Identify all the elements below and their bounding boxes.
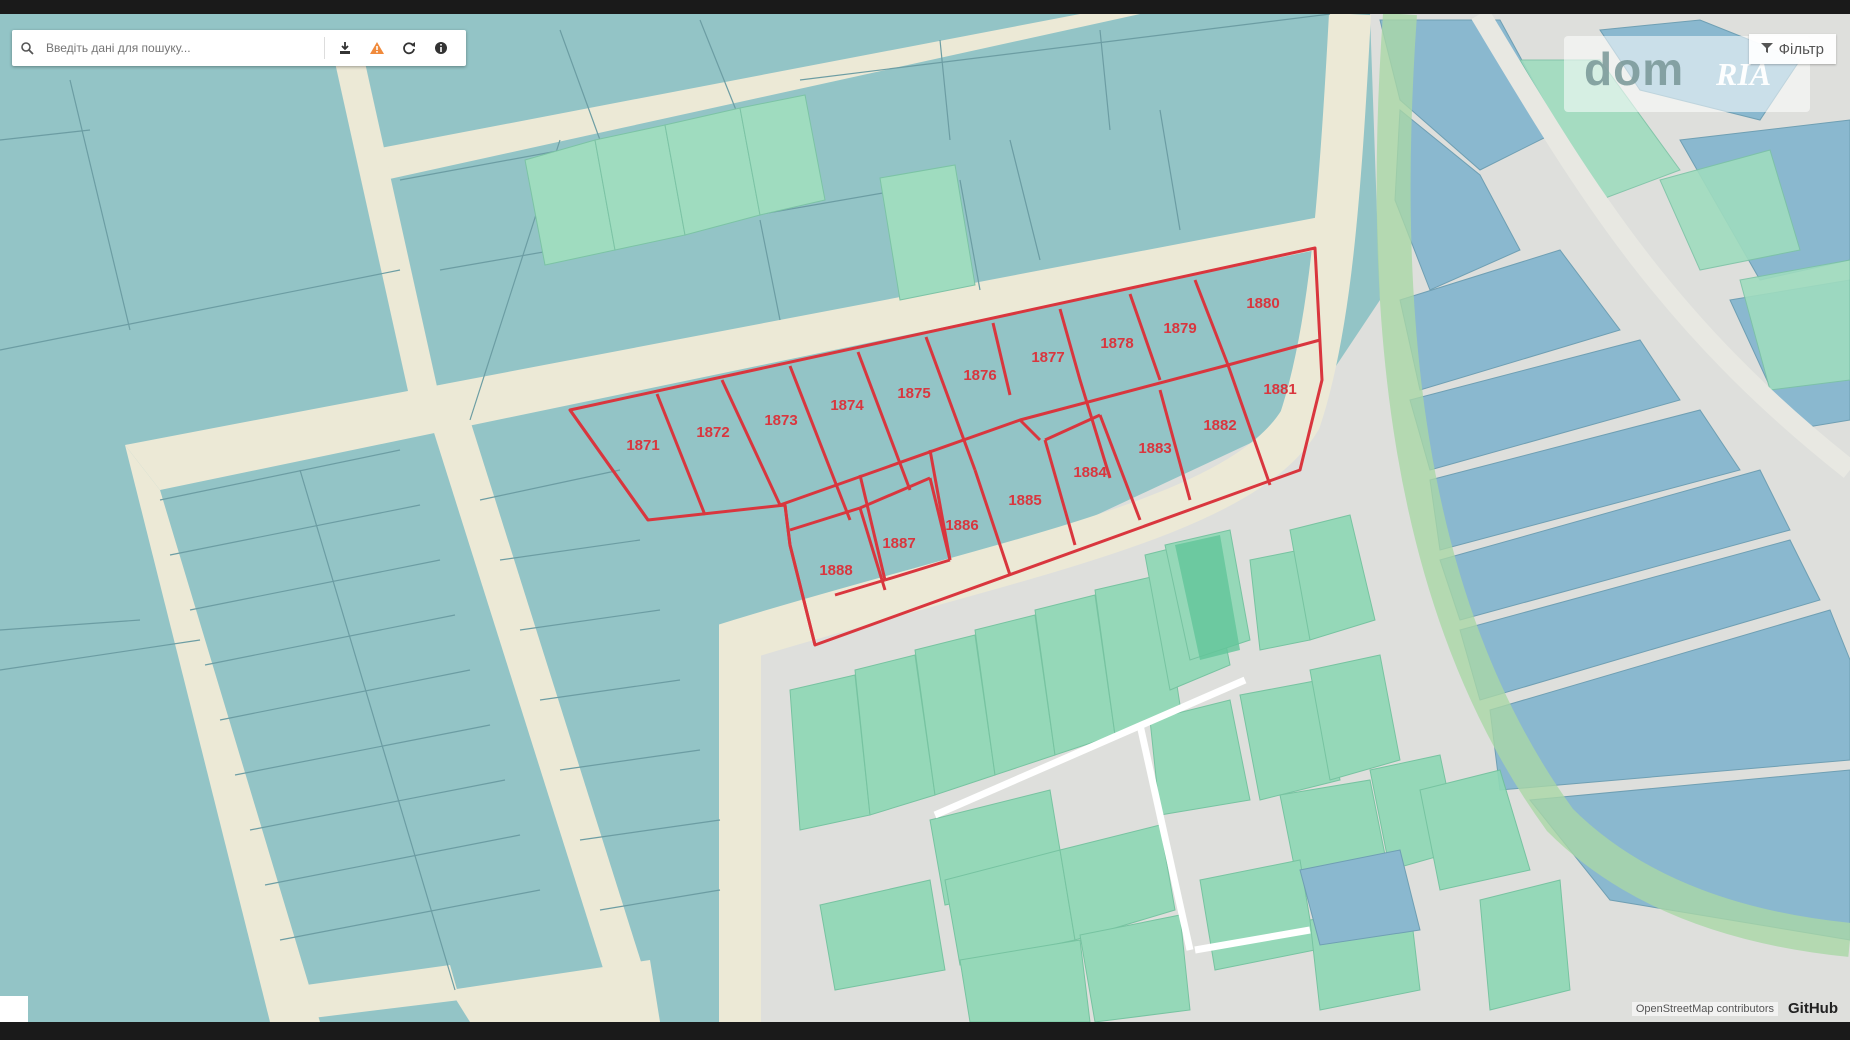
map-corner-control[interactable] <box>0 996 28 1022</box>
divider <box>324 37 325 59</box>
plot-label-1888[interactable]: 1888 <box>819 562 852 579</box>
plot-label-1872[interactable]: 1872 <box>696 424 729 441</box>
attribution: OpenStreetMap contributors GitHub <box>1631 1000 1838 1017</box>
plot-label-1879[interactable]: 1879 <box>1163 320 1196 337</box>
plot-label-1875[interactable]: 1875 <box>897 385 930 402</box>
filter-icon <box>1760 41 1773 58</box>
plot-label-1886[interactable]: 1886 <box>945 517 978 534</box>
plot-label-1882[interactable]: 1882 <box>1203 417 1236 434</box>
plot-label-1881[interactable]: 1881 <box>1263 381 1296 398</box>
plot-label-1877[interactable]: 1877 <box>1031 349 1064 366</box>
bottom-border <box>0 1022 1850 1040</box>
plot-label-1887[interactable]: 1887 <box>882 535 915 552</box>
search-icon[interactable] <box>12 30 42 66</box>
plot-label-1878[interactable]: 1878 <box>1100 335 1133 352</box>
plot-label-1880[interactable]: 1880 <box>1246 295 1279 312</box>
top-border <box>0 0 1850 14</box>
github-link[interactable]: GitHub <box>1788 1000 1838 1017</box>
info-icon[interactable] <box>425 30 457 66</box>
filter-button[interactable]: Фільтр <box>1748 34 1836 64</box>
refresh-icon[interactable] <box>393 30 425 66</box>
plot-label-1874[interactable]: 1874 <box>830 397 864 414</box>
plot-label-1883[interactable]: 1883 <box>1138 440 1171 457</box>
plot-label-1876[interactable]: 1876 <box>963 367 996 384</box>
search-input[interactable] <box>42 33 320 63</box>
plot-label-1885[interactable]: 1885 <box>1008 492 1041 509</box>
map-viewport[interactable]: 1871 1872 1873 1874 1875 1876 1877 1878 1879 1880… <box>0 0 1850 1040</box>
warning-icon[interactable] <box>361 30 393 66</box>
watermark-brand: dom <box>1584 43 1685 95</box>
plot-label-1884[interactable]: 1884 <box>1073 464 1107 481</box>
osm-attribution-link[interactable]: OpenStreetMap contributors <box>1631 1001 1778 1016</box>
plot-label-1873[interactable]: 1873 <box>764 412 797 429</box>
cadastral-map[interactable]: 1871 1872 1873 1874 1875 1876 1877 1878 1879 1880… <box>0 14 1850 1022</box>
download-icon[interactable] <box>329 30 361 66</box>
filter-label: Фільтр <box>1778 40 1824 58</box>
plot-label-1871[interactable]: 1871 <box>626 437 659 454</box>
search-bar <box>12 30 466 66</box>
